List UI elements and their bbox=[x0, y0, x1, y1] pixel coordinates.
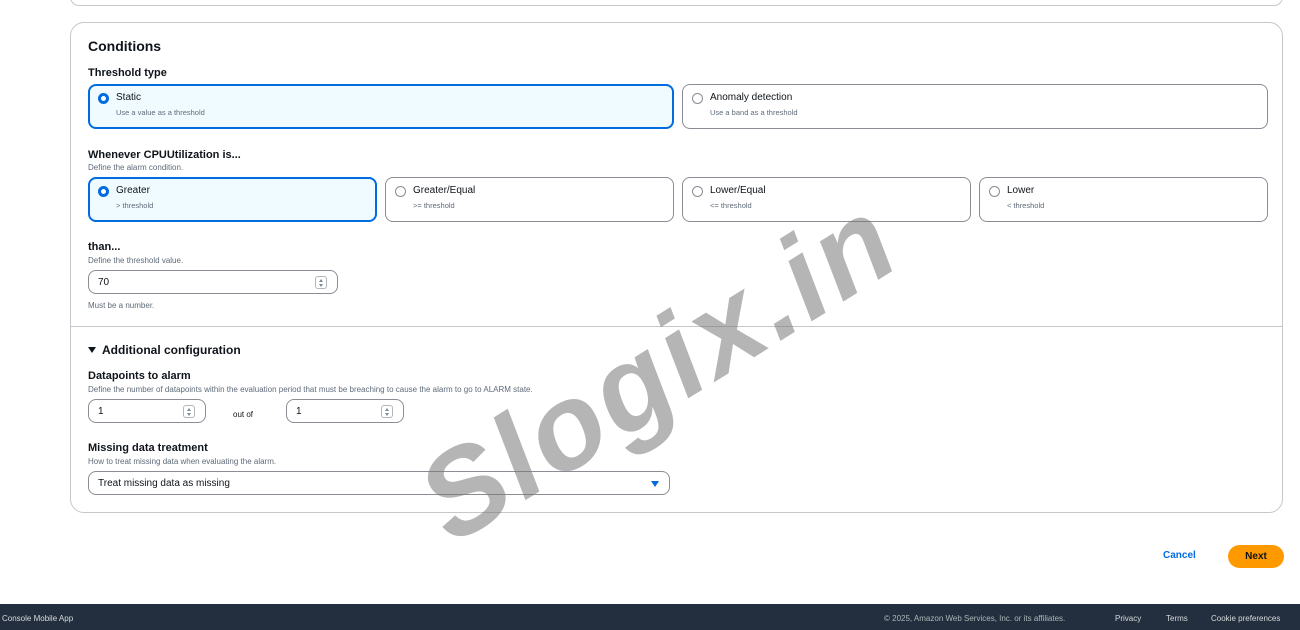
additional-config-toggle[interactable]: Additional configuration bbox=[88, 343, 241, 357]
option-desc: >= threshold bbox=[413, 201, 455, 210]
radio-selected-icon[interactable] bbox=[98, 186, 109, 197]
option-desc: <= threshold bbox=[710, 201, 752, 210]
option-title: Lower/Equal bbox=[710, 185, 766, 196]
option-desc: > threshold bbox=[116, 201, 154, 210]
option-desc: Use a value as a threshold bbox=[116, 108, 205, 117]
option-title: Anomaly detection bbox=[710, 92, 793, 103]
option-title: Static bbox=[116, 92, 142, 103]
dropdown-arrow-icon bbox=[651, 481, 659, 487]
next-button[interactable]: Next bbox=[1228, 545, 1284, 568]
condition-lower-equal-option[interactable]: Lower/Equal <= threshold bbox=[682, 177, 971, 222]
datapoints-desc: Define the number of datapoints within t… bbox=[88, 385, 533, 394]
missing-data-desc: How to treat missing data when evaluatin… bbox=[88, 457, 277, 466]
option-title: Greater/Equal bbox=[413, 185, 476, 196]
radio-selected-icon[interactable] bbox=[98, 93, 109, 104]
threshold-anomaly-option[interactable]: Anomaly detection Use a band as a thresh… bbox=[682, 84, 1268, 129]
datapoints-label: Datapoints to alarm bbox=[88, 370, 191, 382]
spinner-icon[interactable] bbox=[381, 405, 393, 418]
caret-down-icon bbox=[88, 347, 96, 353]
condition-lower-option[interactable]: Lower < threshold bbox=[979, 177, 1268, 222]
threshold-value: 70 bbox=[98, 277, 110, 288]
section-divider bbox=[71, 326, 1282, 327]
terms-link[interactable]: Terms bbox=[1166, 614, 1188, 623]
option-title: Lower bbox=[1007, 185, 1035, 196]
datapoints-value: 1 bbox=[98, 406, 104, 417]
threshold-static-option[interactable]: Static Use a value as a threshold bbox=[88, 84, 674, 129]
threshold-type-label: Threshold type bbox=[88, 67, 167, 79]
radio-unselected-icon[interactable] bbox=[692, 186, 703, 197]
evaluation-periods-value: 1 bbox=[296, 406, 302, 417]
cancel-button[interactable]: Cancel bbox=[1163, 550, 1196, 561]
whenever-desc: Define the alarm condition. bbox=[88, 163, 184, 172]
missing-data-select[interactable]: Treat missing data as missing bbox=[88, 471, 670, 495]
privacy-link[interactable]: Privacy bbox=[1115, 614, 1141, 623]
conditions-title: Conditions bbox=[88, 38, 162, 54]
copyright-text: © 2025, Amazon Web Services, Inc. or its… bbox=[884, 614, 1066, 623]
whenever-label: Whenever CPUUtilization is... bbox=[88, 149, 241, 161]
radio-unselected-icon[interactable] bbox=[395, 186, 406, 197]
missing-data-value: Treat missing data as missing bbox=[98, 478, 230, 489]
spinner-icon[interactable] bbox=[183, 405, 195, 418]
spinner-icon[interactable] bbox=[315, 276, 327, 289]
condition-greater-option[interactable]: Greater > threshold bbox=[88, 177, 377, 222]
option-desc: Use a band as a threshold bbox=[710, 108, 798, 117]
option-desc: < threshold bbox=[1007, 201, 1045, 210]
than-desc: Define the threshold value. bbox=[88, 256, 184, 265]
missing-data-label: Missing data treatment bbox=[88, 442, 208, 454]
condition-greater-equal-option[interactable]: Greater/Equal >= threshold bbox=[385, 177, 674, 222]
cookie-preferences-link[interactable]: Cookie preferences bbox=[1211, 614, 1280, 623]
out-of-label: out of bbox=[233, 410, 254, 419]
datapoints-input[interactable]: 1 bbox=[88, 399, 206, 423]
footer: Console Mobile App © 2025, Amazon Web Se… bbox=[0, 604, 1300, 630]
threshold-value-input[interactable]: 70 bbox=[88, 270, 338, 294]
radio-unselected-icon[interactable] bbox=[692, 93, 703, 104]
previous-section-card bbox=[70, 0, 1283, 6]
threshold-hint: Must be a number. bbox=[88, 301, 155, 310]
evaluation-periods-input[interactable]: 1 bbox=[286, 399, 404, 423]
option-title: Greater bbox=[116, 185, 150, 196]
than-label: than... bbox=[88, 241, 121, 253]
radio-unselected-icon[interactable] bbox=[989, 186, 1000, 197]
console-mobile-app-link[interactable]: Console Mobile App bbox=[2, 614, 73, 623]
conditions-panel: Conditions Threshold type Static Use a v… bbox=[70, 22, 1283, 513]
additional-config-label: Additional configuration bbox=[102, 343, 241, 357]
